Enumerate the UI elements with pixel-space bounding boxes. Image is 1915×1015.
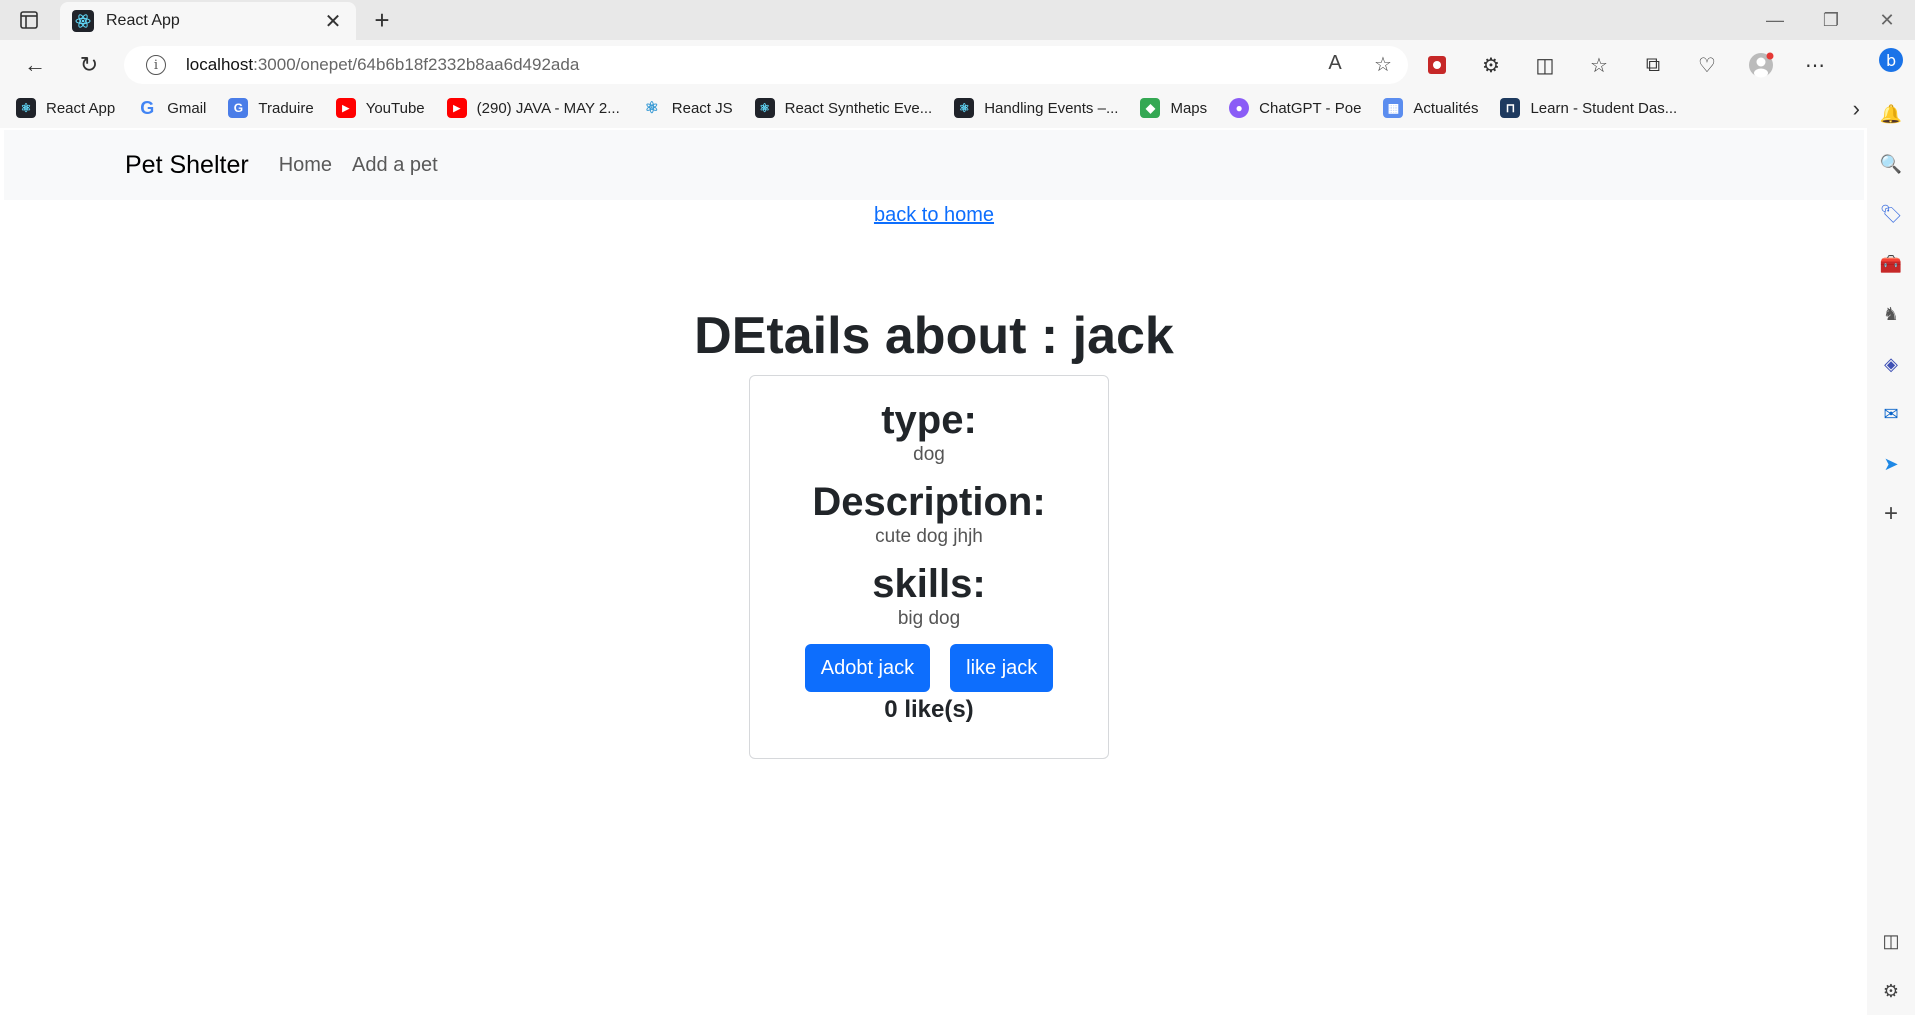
youtube-icon: ▶ (446, 98, 467, 118)
like-button[interactable]: like jack (950, 644, 1054, 692)
url-path: :3000/onepet/64b6b18f2332b8aa6d492ada (253, 55, 580, 74)
close-window-icon[interactable]: ✕ (1859, 0, 1915, 40)
type-label: type: (881, 398, 977, 442)
restore-icon[interactable]: ❐ (1803, 0, 1859, 40)
react-icon: ⚛ (954, 98, 975, 118)
react-icon: ⚛ (16, 98, 36, 118)
bookmark-handling-events[interactable]: ⚛ Handling Events –... (954, 98, 1118, 118)
bookmark-chatgpt-poe[interactable]: ● ChatGPT - Poe (1229, 98, 1361, 118)
nav-add-pet-link[interactable]: Add a pet (352, 154, 438, 177)
minimize-icon[interactable]: — (1747, 0, 1803, 40)
profile-avatar-icon[interactable] (1744, 48, 1778, 82)
chevron-right-icon[interactable]: › (1853, 96, 1860, 122)
description-value: cute dog jhjh (875, 526, 983, 547)
send-icon[interactable]: ➤ (1877, 450, 1905, 478)
extension-red-icon[interactable] (1420, 48, 1454, 82)
bookmark-youtube[interactable]: ▶ YouTube (335, 98, 425, 118)
react-icon (72, 10, 94, 32)
split-screen-icon[interactable]: ◫ (1528, 48, 1562, 82)
description-label: Description: (812, 480, 1046, 524)
collections-icon[interactable]: ⧉ (1636, 48, 1670, 82)
pet-details-card: type: dog Description: cute dog jhjh ski… (749, 375, 1109, 759)
sidebar-panel-icon[interactable]: ◫ (1877, 927, 1905, 955)
poe-icon: ● (1229, 98, 1250, 118)
copilot-icon[interactable]: b (1877, 46, 1905, 74)
tools-icon[interactable]: 🧰 (1877, 250, 1905, 278)
likes-count: 0 like(s) (884, 696, 974, 723)
react-icon: ⚛ (644, 100, 659, 117)
close-tab-icon[interactable]: ✕ (322, 9, 344, 34)
page-title: DEtails about : jack (694, 307, 1174, 365)
new-tab-button[interactable]: + (368, 6, 396, 34)
browser-essentials-icon[interactable]: ♡ (1690, 48, 1724, 82)
add-icon[interactable]: + (1877, 500, 1905, 528)
brand-link[interactable]: Pet Shelter (125, 151, 249, 180)
back-link-container: back to home (4, 204, 1864, 227)
tab-react-app[interactable]: React App ✕ (60, 2, 356, 40)
google-icon: G (140, 97, 155, 118)
adopt-button[interactable]: Adobt jack (804, 644, 931, 692)
games-icon[interactable]: ♞ (1877, 300, 1905, 328)
bookmark-react-app[interactable]: ⚛ React App (16, 98, 115, 118)
address-bar-row: ← ↻ i localhost:3000/onepet/64b6b18f2332… (0, 40, 1915, 88)
skills-value: big dog (897, 608, 961, 629)
settings-gear-icon[interactable]: ⚙ (1877, 977, 1905, 1005)
shopping-tag-icon[interactable]: 🏷 (1877, 200, 1905, 228)
refresh-icon[interactable]: ↻ (74, 50, 104, 80)
back-arrow-icon[interactable]: ← (20, 50, 50, 80)
app-navbar: Pet Shelter Home Add a pet (4, 130, 1864, 200)
skills-label: skills: (872, 562, 986, 606)
bookmark-traduire[interactable]: G Traduire (228, 98, 314, 118)
news-icon: ▦ (1383, 98, 1404, 118)
type-value: dog (913, 444, 945, 465)
microsoft365-icon[interactable]: ◈ (1877, 350, 1905, 378)
address-bar[interactable]: i localhost:3000/onepet/64b6b18f2332b8aa… (124, 46, 1408, 84)
info-icon[interactable]: i (146, 55, 166, 75)
extensions-icon[interactable]: ⚙ (1474, 48, 1508, 82)
back-to-home-link[interactable]: back to home (874, 204, 994, 226)
title-bar: React App ✕ + — ❐ ✕ (0, 0, 1915, 40)
favorite-star-icon[interactable]: ☆ (1370, 52, 1396, 77)
bookmark-react-synthetic[interactable]: ⚛ React Synthetic Eve... (754, 98, 932, 118)
react-icon: ⚛ (754, 98, 775, 118)
tab-title: React App (106, 12, 180, 29)
bookmarks-bar: ⚛ React App G Gmail G Traduire ▶ YouTube ▶ (2… (0, 88, 1870, 128)
bell-icon[interactable]: 🔔 (1877, 100, 1905, 128)
bookmark-java[interactable]: ▶ (290) JAVA - MAY 2... (446, 98, 620, 118)
translate-icon: G (228, 98, 249, 118)
maps-icon: ◆ (1140, 98, 1161, 118)
youtube-icon: ▶ (335, 98, 356, 118)
search-icon[interactable]: 🔍 (1877, 150, 1905, 178)
favorites-icon[interactable]: ☆ (1582, 48, 1616, 82)
svg-text:b: b (1886, 51, 1896, 70)
read-aloud-icon[interactable]: A (1322, 52, 1348, 77)
more-menu-icon[interactable]: ⋯ (1798, 48, 1832, 82)
tab-actions-icon[interactable] (18, 9, 40, 31)
nav-home-link[interactable]: Home (279, 154, 332, 177)
edge-sidebar: b 🔔 🔍 🏷 🧰 ♞ ◈ ✉ ➤ + ◫ ⚙ (1867, 40, 1915, 1015)
bookmark-gmail[interactable]: G Gmail (137, 98, 206, 118)
bookmark-maps[interactable]: ◆ Maps (1140, 98, 1207, 118)
outlook-icon[interactable]: ✉ (1877, 400, 1905, 428)
bookmark-actualites[interactable]: ▦ Actualités (1383, 98, 1478, 118)
learn-icon: ⊓ (1500, 98, 1521, 118)
bookmark-learn[interactable]: ⊓ Learn - Student Das... (1500, 98, 1677, 118)
page-content: Pet Shelter Home Add a pet back to home … (4, 130, 1864, 1015)
bookmark-react-js[interactable]: ⚛ React JS (642, 98, 733, 118)
window-controls: — ❐ ✕ (1747, 0, 1915, 40)
url-host: localhost (186, 55, 254, 74)
